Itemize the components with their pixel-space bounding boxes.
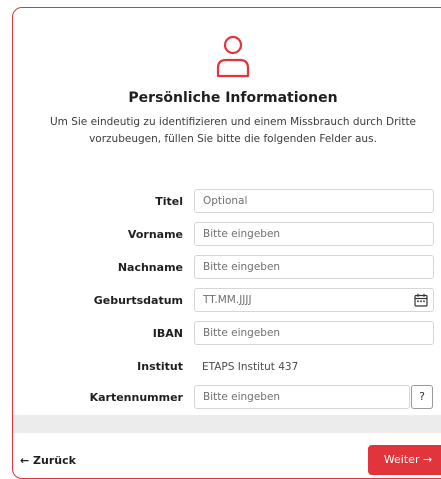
row-geburtsdatum: Geburtsdatum (13, 288, 441, 314)
row-iban: IBAN (13, 321, 441, 347)
kartennummer-input[interactable] (194, 385, 410, 409)
label-iban: IBAN (152, 327, 183, 340)
vorname-input[interactable] (194, 222, 434, 246)
titel-input[interactable] (194, 189, 434, 213)
back-link[interactable]: ← Zurück (20, 451, 76, 471)
row-titel: Titel (13, 189, 441, 215)
label-geburtsdatum: Geburtsdatum (93, 294, 183, 307)
row-nachname: Nachname (13, 255, 441, 281)
nachname-input[interactable] (194, 255, 434, 279)
label-institut: Institut (137, 360, 183, 373)
header-icon-wrap (13, 32, 441, 84)
calendar-icon[interactable] (414, 293, 428, 307)
label-nachname: Nachname (117, 261, 183, 274)
person-outline-icon (216, 35, 250, 78)
page-title: Persönliche Informationen (128, 90, 338, 106)
footer-separator-band (13, 415, 441, 433)
row-vorname: Vorname (13, 222, 441, 248)
geburtsdatum-input[interactable] (194, 288, 434, 312)
institut-value: ETAPS Institut 437 (202, 361, 299, 373)
label-titel: Titel (155, 195, 183, 208)
form-card: Persönliche Informationen Um Sie eindeut… (12, 7, 441, 479)
next-button[interactable]: Weiter → (368, 445, 441, 475)
label-kartennummer: Kartennummer (89, 391, 183, 404)
row-institut: Institut ETAPS Institut 437 (13, 354, 441, 380)
help-button[interactable]: ? (411, 385, 433, 409)
iban-input[interactable] (194, 321, 434, 345)
label-vorname: Vorname (127, 228, 183, 241)
page-subtitle: Um Sie eindeutig zu identifizieren und e… (49, 116, 417, 145)
row-kartennummer: Kartennummer ? (13, 385, 441, 411)
